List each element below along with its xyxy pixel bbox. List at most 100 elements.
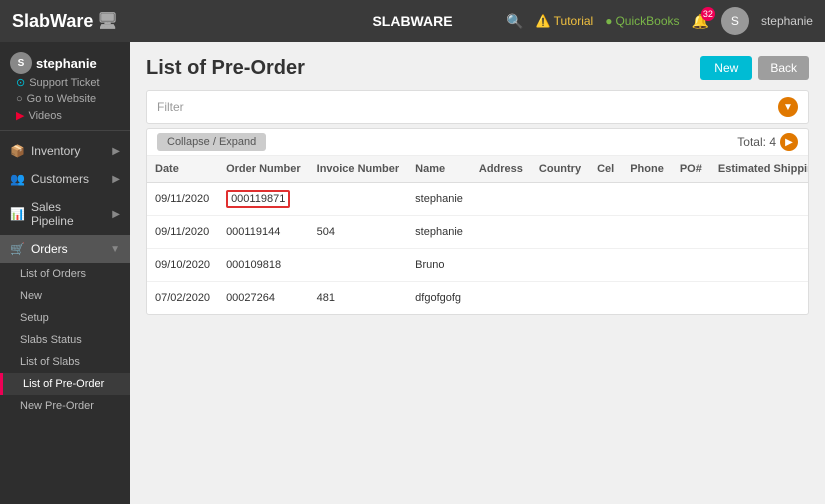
- pre-order-table: Date Order Number Invoice Number Name Ad…: [147, 156, 809, 314]
- sidebar-sub-slabs-status[interactable]: Slabs Status: [0, 329, 130, 351]
- cell-phone: [622, 183, 672, 216]
- cell-est-shipping: [710, 282, 809, 315]
- order-number-value: 000119144: [226, 226, 280, 238]
- cell-phone: [622, 249, 672, 282]
- col-name: Name: [407, 156, 471, 183]
- warning-icon: ⚠️: [536, 14, 551, 28]
- cell-country: [531, 249, 589, 282]
- col-address: Address: [471, 156, 531, 183]
- avatar[interactable]: S: [721, 7, 749, 35]
- cell-phone: [622, 216, 672, 249]
- total-icon: ▶: [780, 133, 798, 151]
- cell-cel: [589, 249, 622, 282]
- page-header: List of Pre-Order New Back: [146, 56, 809, 80]
- app-title: SLABWARE: [372, 13, 452, 29]
- sidebar-sub-setup[interactable]: Setup: [0, 307, 130, 329]
- chevron-right-icon: ▶: [112, 209, 120, 220]
- sidebar-username: S stephanie: [10, 52, 120, 74]
- back-button[interactable]: Back: [758, 56, 809, 80]
- sidebar-item-orders[interactable]: 🛒 Orders ▼: [0, 235, 130, 263]
- filter-label: Filter: [157, 100, 184, 114]
- sidebar-item-sales-pipeline[interactable]: 📊 Sales Pipeline ▶: [0, 193, 130, 235]
- sidebar-avatar: S: [10, 52, 32, 74]
- cell-invoice-number: [309, 249, 408, 282]
- page-title: List of Pre-Order: [146, 57, 305, 80]
- col-date: Date: [147, 156, 218, 183]
- logo-text: SlabWare: [12, 11, 93, 32]
- support-ticket-link[interactable]: ⊙ Support Ticket: [10, 74, 120, 91]
- username-label: stephanie: [761, 14, 813, 28]
- table-row: 09/11/2020 000119144 504 stephanie ✏️ 🗑 …: [147, 216, 809, 249]
- topnav-right: 🔍 ⚠️ Tutorial ● QuickBooks 🔔 32 S stepha…: [506, 7, 813, 35]
- top-navbar: SlabWare 🖥 SLABWARE 🔍 ⚠️ Tutorial ● Quic…: [0, 0, 825, 42]
- qb-icon: ●: [605, 14, 612, 28]
- cell-invoice-number: [309, 183, 408, 216]
- sidebar-sub-list-slabs[interactable]: List of Slabs: [0, 351, 130, 373]
- customers-icon: 👥: [10, 172, 25, 186]
- cell-po: [672, 183, 710, 216]
- app-logo: SlabWare 🖥: [12, 11, 118, 32]
- sidebar-item-customers[interactable]: 👥 Customers ▶: [0, 165, 130, 193]
- cell-date: 09/11/2020: [147, 216, 218, 249]
- inventory-icon: 📦: [10, 144, 25, 158]
- sales-icon: 📊: [10, 207, 25, 221]
- cell-cel: [589, 282, 622, 315]
- cell-est-shipping: [710, 249, 809, 282]
- cell-name: stephanie: [407, 216, 471, 249]
- tutorial-link[interactable]: ⚠️ Tutorial: [536, 14, 594, 28]
- cell-cel: [589, 183, 622, 216]
- chevron-down-icon: ▼: [110, 244, 120, 255]
- cell-order-number: 000109818: [218, 249, 309, 282]
- cell-country: [531, 183, 589, 216]
- cell-po: [672, 216, 710, 249]
- cell-country: [531, 216, 589, 249]
- table-row: 07/02/2020 00027264 481 dfgofgofg ✏️ 🗑 C…: [147, 282, 809, 315]
- table-toolbar: Collapse / Expand Total: 4 ▶: [147, 129, 808, 156]
- cell-name: dfgofgofg: [407, 282, 471, 315]
- cell-order-number: 000119871: [218, 183, 309, 216]
- logo-icon: 🖥: [97, 11, 117, 31]
- cell-date: 09/11/2020: [147, 183, 218, 216]
- sidebar-user-section: S stephanie ⊙ Support Ticket ○ Go to Web…: [0, 42, 130, 131]
- cell-name: stephanie: [407, 183, 471, 216]
- col-est-shipping: Estimated Shipping Date: [710, 156, 809, 183]
- quickbooks-link[interactable]: ● QuickBooks: [605, 14, 679, 28]
- orders-icon: 🛒: [10, 242, 25, 256]
- filter-toggle-icon[interactable]: ▼: [778, 97, 798, 117]
- table-row: 09/11/2020 000119871 stephanie ✏️ 🗑 To C…: [147, 183, 809, 216]
- cell-po: [672, 249, 710, 282]
- sidebar-sub-list-orders[interactable]: List of Orders: [0, 263, 130, 285]
- cell-order-number: 00027264: [218, 282, 309, 315]
- notifications-bell[interactable]: 🔔 32: [692, 13, 709, 30]
- video-icon: ▶: [16, 109, 24, 122]
- cell-date: 09/10/2020: [147, 249, 218, 282]
- col-country: Country: [531, 156, 589, 183]
- videos-link[interactable]: ▶ Videos: [10, 107, 120, 124]
- cell-cel: [589, 216, 622, 249]
- main-layout: S stephanie ⊙ Support Ticket ○ Go to Web…: [0, 42, 825, 504]
- cell-phone: [622, 282, 672, 315]
- col-invoice-number: Invoice Number: [309, 156, 408, 183]
- table-area: Collapse / Expand Total: 4 ▶ Date Order …: [146, 128, 809, 315]
- support-icon: ⊙: [16, 76, 25, 89]
- sidebar-sub-new-pre-order[interactable]: New Pre-Order: [0, 395, 130, 417]
- collapse-expand-button[interactable]: Collapse / Expand: [157, 133, 266, 151]
- cell-est-shipping: [710, 183, 809, 216]
- sidebar-sub-list-pre-order[interactable]: List of Pre-Order: [0, 373, 130, 395]
- total-info: Total: 4 ▶: [737, 133, 798, 151]
- sidebar-sub-new-order[interactable]: New: [0, 285, 130, 307]
- col-po: PO#: [672, 156, 710, 183]
- header-buttons: New Back: [700, 56, 809, 80]
- cell-address: [471, 216, 531, 249]
- total-label: Total: 4: [737, 135, 776, 149]
- search-icon[interactable]: 🔍: [506, 13, 523, 30]
- filter-bar[interactable]: Filter ▼: [146, 90, 809, 124]
- sidebar: S stephanie ⊙ Support Ticket ○ Go to Web…: [0, 42, 130, 504]
- avatar-initial: S: [731, 14, 739, 28]
- cell-date: 07/02/2020: [147, 282, 218, 315]
- go-to-website-link[interactable]: ○ Go to Website: [10, 91, 120, 107]
- new-button[interactable]: New: [700, 56, 752, 80]
- cell-est-shipping: [710, 216, 809, 249]
- sidebar-item-inventory[interactable]: 📦 Inventory ▶: [0, 137, 130, 165]
- cell-country: [531, 282, 589, 315]
